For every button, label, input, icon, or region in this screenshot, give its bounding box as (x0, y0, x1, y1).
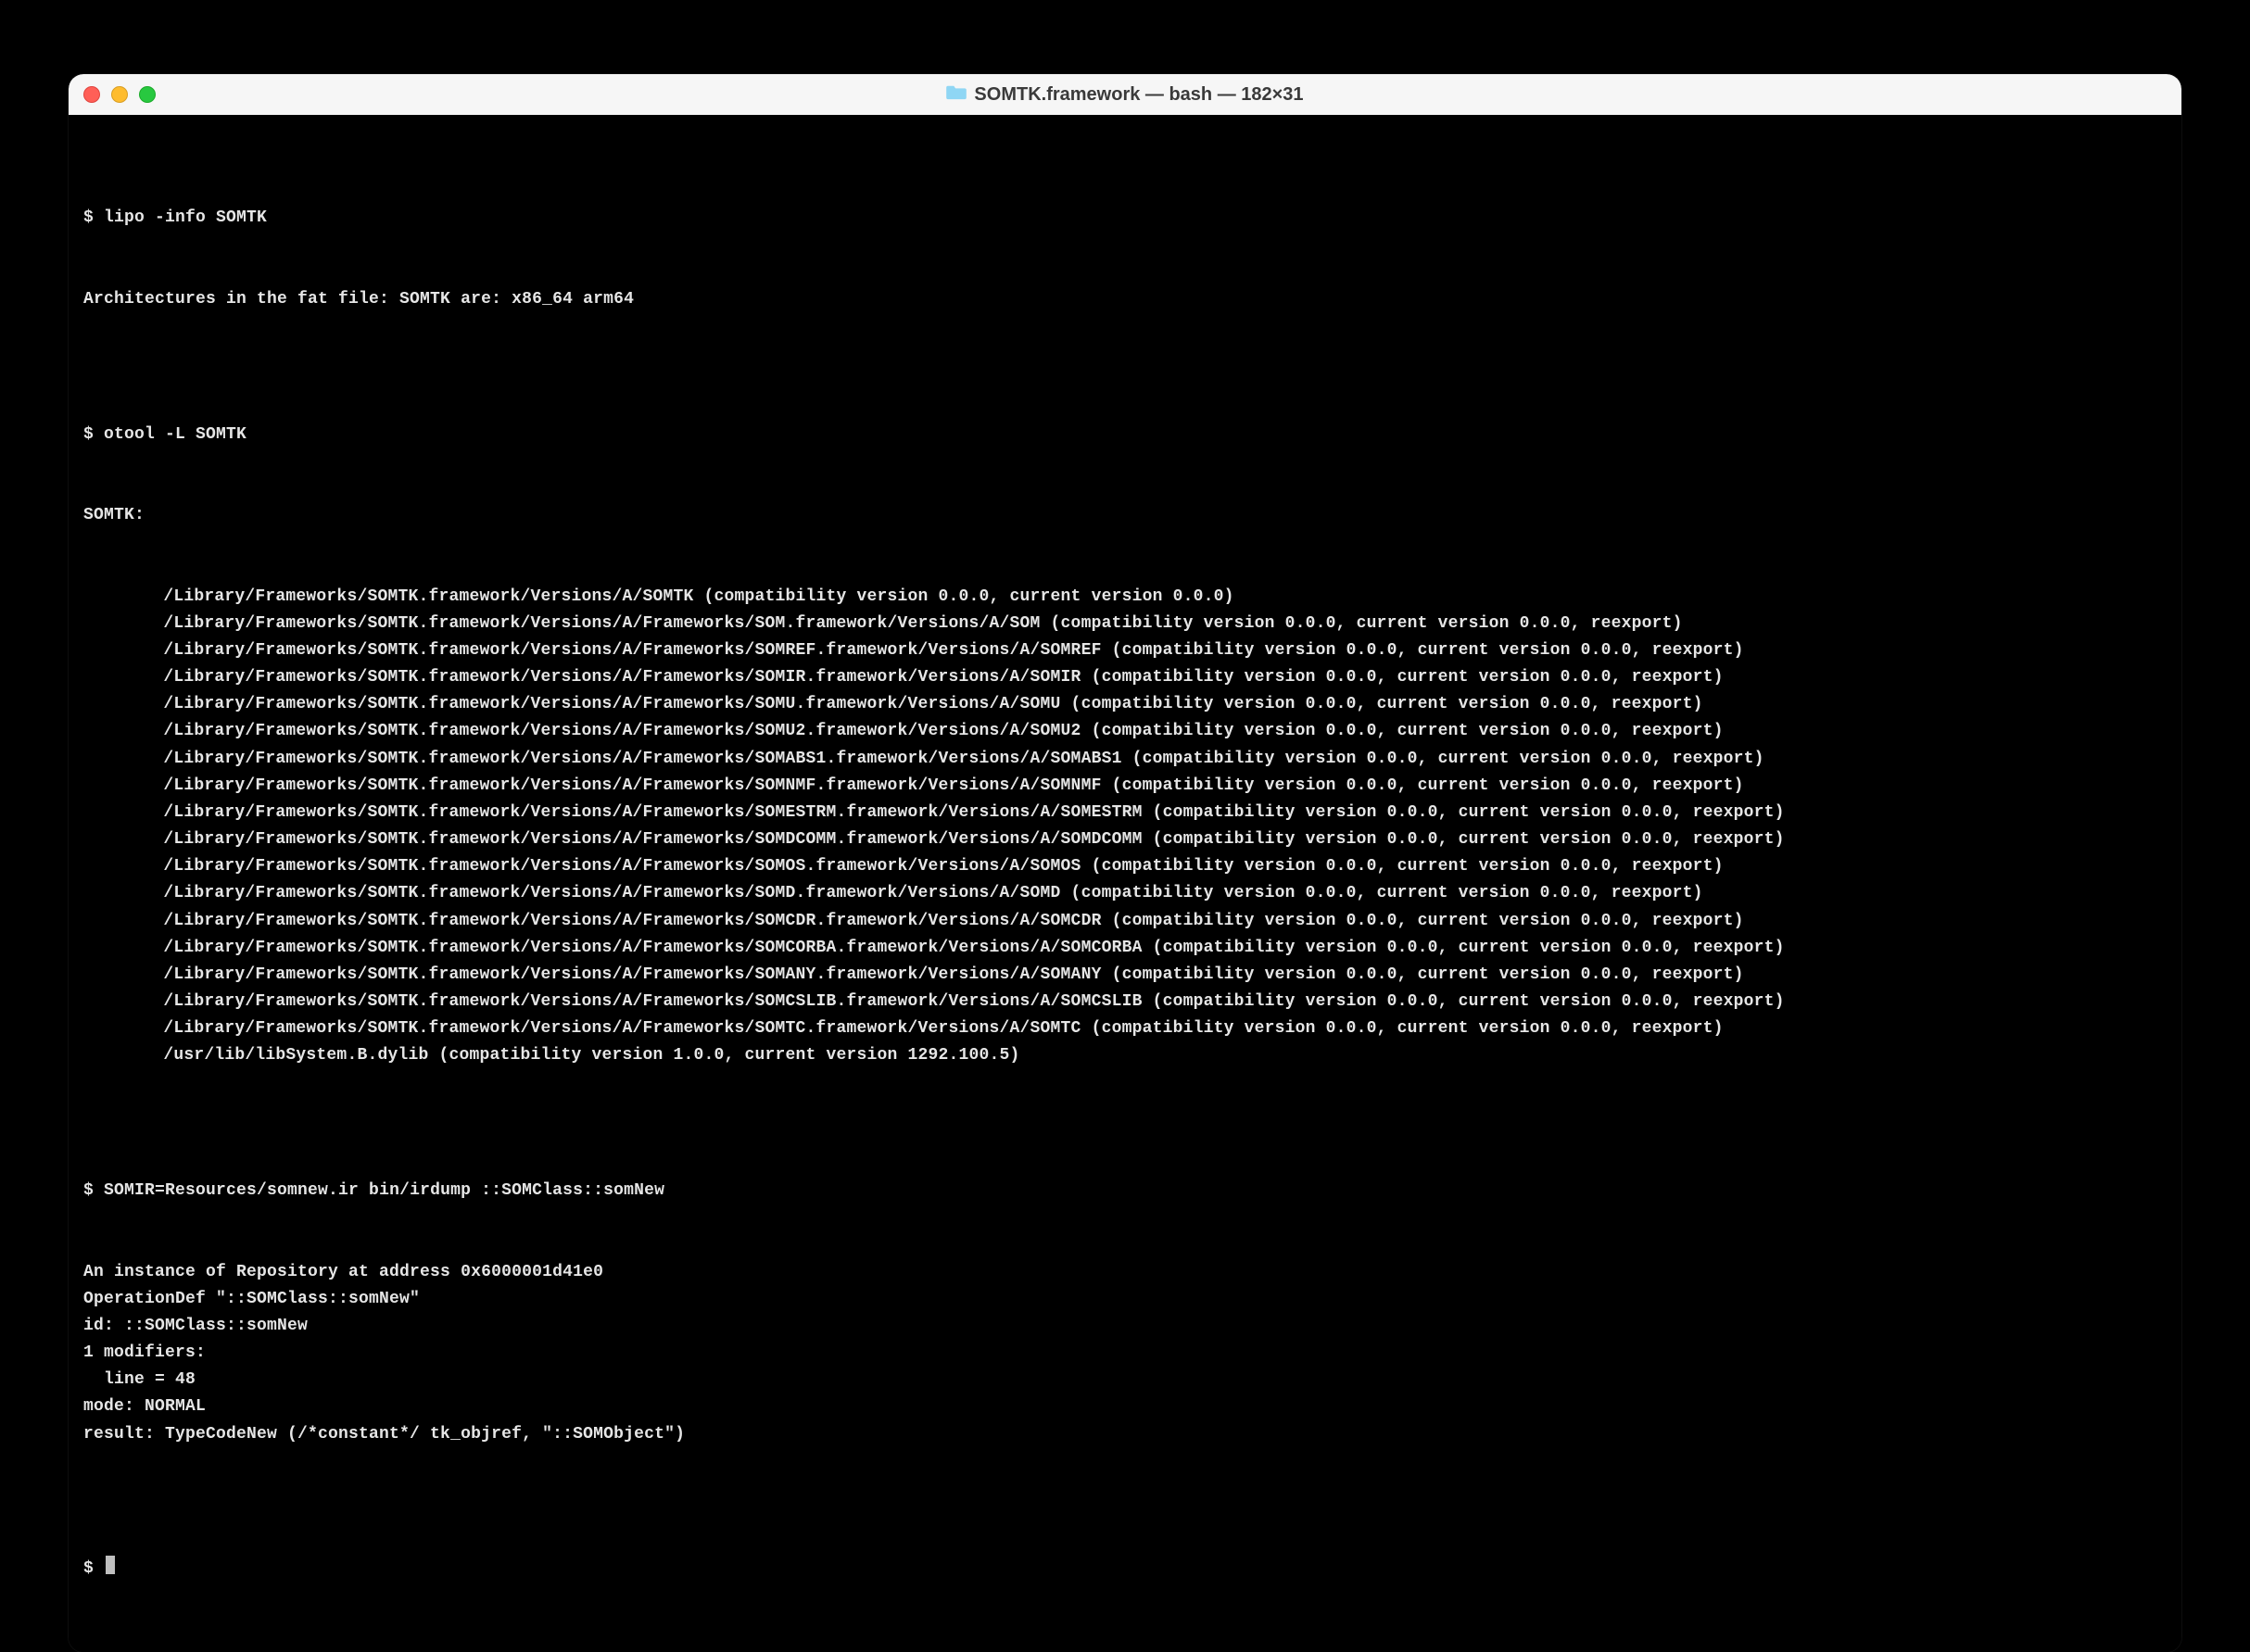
output-line: /Library/Frameworks/SOMTK.framework/Vers… (83, 718, 2167, 745)
folder-icon (946, 83, 967, 106)
output-line: /Library/Frameworks/SOMTK.framework/Vers… (83, 1015, 2167, 1042)
prompt-symbol: $ (83, 1181, 104, 1200)
output-line: /Library/Frameworks/SOMTK.framework/Vers… (83, 989, 2167, 1015)
minimize-icon[interactable] (111, 86, 128, 103)
output-line: result: TypeCodeNew (/*constant*/ tk_obj… (83, 1421, 2167, 1448)
output-line: /Library/Frameworks/SOMTK.framework/Vers… (83, 664, 2167, 691)
output-line: 1 modifiers: (83, 1340, 2167, 1367)
output-line: /Library/Frameworks/SOMTK.framework/Vers… (83, 611, 2167, 637)
close-icon[interactable] (83, 86, 100, 103)
output-line: /Library/Frameworks/SOMTK.framework/Vers… (83, 584, 2167, 611)
prompt-line: $ otool -L SOMTK (83, 422, 2167, 448)
window-title: SOMTK.framework — bash — 182×31 (69, 83, 2181, 106)
terminal-window: SOMTK.framework — bash — 182×31 $ lipo -… (69, 74, 2181, 1652)
output-line: /Library/Frameworks/SOMTK.framework/Vers… (83, 880, 2167, 907)
output-line: line = 48 (83, 1367, 2167, 1393)
command-text: SOMIR=Resources/somnew.ir bin/irdump ::S… (104, 1181, 664, 1200)
output-line: An instance of Repository at address 0x6… (83, 1259, 2167, 1286)
output-line: /Library/Frameworks/SOMTK.framework/Vers… (83, 637, 2167, 664)
prompt-symbol: $ (83, 1559, 104, 1578)
terminal-body[interactable]: $ lipo -info SOMTK Architectures in the … (69, 115, 2181, 1652)
command-text: lipo -info SOMTK (104, 208, 267, 227)
prompt-symbol: $ (83, 425, 104, 444)
window-title-text: SOMTK.framework — bash — 182×31 (974, 84, 1303, 106)
command-text: otool -L SOMTK (104, 425, 246, 444)
prompt-line[interactable]: $ (83, 1556, 2167, 1583)
output-line: /Library/Frameworks/SOMTK.framework/Vers… (83, 935, 2167, 962)
output-line: /Library/Frameworks/SOMTK.framework/Vers… (83, 908, 2167, 935)
prompt-line: $ lipo -info SOMTK (83, 205, 2167, 232)
output-line: /Library/Frameworks/SOMTK.framework/Vers… (83, 800, 2167, 826)
output-line: mode: NORMAL (83, 1393, 2167, 1420)
output-line: SOMTK: (83, 502, 2167, 529)
output-line: /Library/Frameworks/SOMTK.framework/Vers… (83, 746, 2167, 773)
output-line: OperationDef "::SOMClass::somNew" (83, 1286, 2167, 1313)
output-line: Architectures in the fat file: SOMTK are… (83, 286, 2167, 313)
output-line: id: ::SOMClass::somNew (83, 1313, 2167, 1340)
cursor-icon (106, 1556, 115, 1574)
traffic-lights (83, 86, 156, 103)
output-line: /Library/Frameworks/SOMTK.framework/Vers… (83, 773, 2167, 800)
zoom-icon[interactable] (139, 86, 156, 103)
output-line: /Library/Frameworks/SOMTK.framework/Vers… (83, 962, 2167, 989)
output-line: /Library/Frameworks/SOMTK.framework/Vers… (83, 691, 2167, 718)
titlebar: SOMTK.framework — bash — 182×31 (69, 74, 2181, 115)
output-line: /Library/Frameworks/SOMTK.framework/Vers… (83, 826, 2167, 853)
output-line: /Library/Frameworks/SOMTK.framework/Vers… (83, 853, 2167, 880)
output-line: /usr/lib/libSystem.B.dylib (compatibilit… (83, 1042, 2167, 1069)
prompt-line: $ SOMIR=Resources/somnew.ir bin/irdump :… (83, 1178, 2167, 1204)
prompt-symbol: $ (83, 208, 104, 227)
